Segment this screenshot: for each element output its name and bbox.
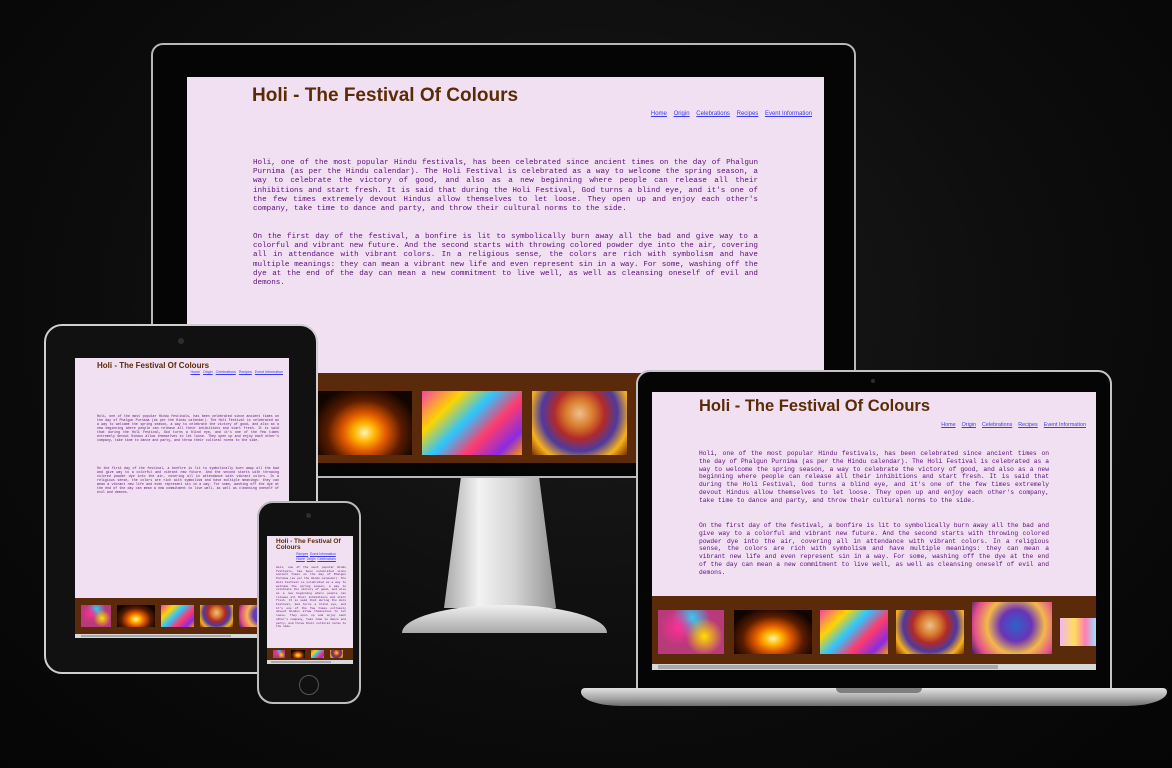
colors-photo[interactable] — [820, 610, 888, 654]
colors-photo[interactable] — [81, 605, 111, 627]
painted-man-photo[interactable] — [896, 610, 964, 654]
horizontal-scrollbar[interactable] — [652, 664, 1096, 670]
nav-home[interactable]: Home — [190, 370, 200, 374]
laptop-camera — [871, 379, 875, 383]
bonfire-photo[interactable] — [117, 605, 155, 627]
phone-camera — [306, 513, 311, 518]
main-nav: Home Origin Celebrations Recipes Event I… — [941, 422, 1086, 428]
intro-paragraph: Holi, one of the most popular Hindu fest… — [253, 159, 758, 214]
colored-faces-photo[interactable] — [1060, 618, 1096, 646]
painted-man-photo[interactable] — [532, 391, 627, 455]
page-title: Holi - The Festival Of Colours — [276, 538, 341, 551]
page-title: Holi - The Festival Of Colours — [252, 85, 519, 106]
nav-recipes[interactable]: Recipes — [737, 111, 759, 117]
bonfire-photo[interactable] — [317, 391, 412, 455]
nav-event-information[interactable]: Event Information — [765, 111, 812, 117]
festival-paragraph: On the first day of the festival, a bonf… — [699, 522, 1049, 576]
nav-event-information[interactable]: Event Information — [255, 370, 283, 374]
painted-man-photo[interactable] — [330, 650, 343, 658]
scrollbar-thumb[interactable] — [81, 635, 231, 637]
colors-photo[interactable] — [422, 391, 522, 455]
nav-origin[interactable]: Origin — [962, 422, 976, 428]
intro-paragraph: Holi, one of the most popular Hindu fest… — [97, 414, 279, 442]
phone-device: Holi - The Festival Of Colours Recipes E… — [257, 501, 361, 704]
nav-origin[interactable]: Origin — [307, 557, 316, 561]
scrollbar-thumb[interactable] — [271, 661, 331, 663]
main-nav: Home Origin Celebrations Recipes Event I… — [190, 370, 283, 374]
nav-celebrations[interactable]: Celebrations — [982, 422, 1012, 428]
laptop-trackpad-notch — [836, 688, 922, 693]
nav-celebrations[interactable]: Celebrations — [216, 370, 236, 374]
laptop-device: Holi - The Festival Of Colours Home Orig… — [636, 370, 1112, 692]
nav-event-information[interactable]: Event Information — [1044, 422, 1086, 428]
bonfire-photo[interactable] — [734, 610, 812, 654]
scrollbar-thumb[interactable] — [658, 665, 998, 669]
nav-recipes[interactable]: Recipes — [239, 370, 252, 374]
main-nav: Recipes Event Information Home Origin Ce… — [283, 552, 349, 562]
page-title: Holi - The Festival Of Colours — [97, 361, 210, 370]
bonfire-photo[interactable] — [291, 650, 305, 658]
nav-origin[interactable]: Origin — [203, 370, 213, 374]
nav-celebrations[interactable]: Celebrations — [317, 557, 336, 561]
nav-home[interactable]: Home — [651, 111, 667, 117]
colors-photo[interactable] — [273, 650, 285, 658]
monitor-stand — [444, 478, 556, 608]
colors-photo[interactable] — [311, 650, 324, 658]
home-button[interactable] — [299, 675, 319, 695]
intro-paragraph: Holi, one of the most popular Hindu fest… — [276, 566, 346, 629]
main-nav: Home Origin Celebrations Recipes Event I… — [651, 111, 812, 117]
festival-paragraph: On the first day of the festival, a bonf… — [253, 233, 758, 288]
nav-event-information[interactable]: Event Information — [310, 552, 336, 556]
nav-recipes[interactable]: Recipes — [1018, 422, 1037, 428]
nav-recipes[interactable]: Recipes — [296, 552, 308, 556]
phone-page: Holi - The Festival Of Colours Recipes E… — [267, 536, 353, 648]
nav-home[interactable]: Home — [941, 422, 955, 428]
colors-photo[interactable] — [658, 610, 724, 654]
page-title: Holi - The Festival Of Colours — [699, 397, 931, 415]
photo-gallery — [652, 596, 1096, 664]
colors-photo[interactable] — [161, 605, 194, 627]
tablet-camera — [178, 338, 184, 344]
monitor-stand-base — [402, 605, 607, 633]
horizontal-scrollbar[interactable] — [267, 660, 353, 664]
photo-gallery — [267, 648, 353, 660]
painted-man-photo[interactable] — [200, 605, 233, 627]
laptop-page: Holi - The Festival Of Colours Home Orig… — [652, 392, 1096, 596]
intro-paragraph: Holi, one of the most popular Hindu fest… — [699, 450, 1049, 504]
nav-home[interactable]: Home — [296, 557, 305, 561]
nav-celebrations[interactable]: Celebrations — [696, 111, 730, 117]
nav-origin[interactable]: Origin — [674, 111, 690, 117]
festival-paragraph: On the first day of the festival, a bonf… — [97, 466, 279, 494]
krishna-photo[interactable] — [972, 602, 1052, 654]
